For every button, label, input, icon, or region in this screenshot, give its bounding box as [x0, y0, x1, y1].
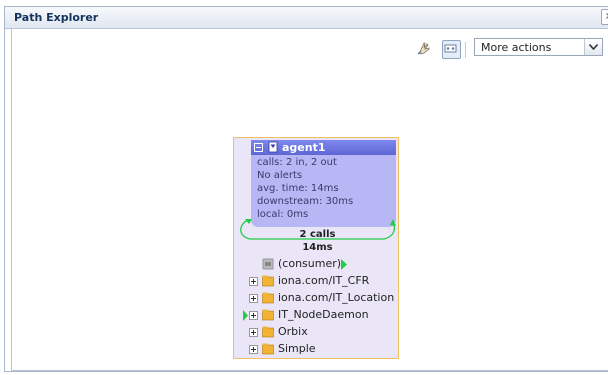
consumer-icon — [262, 258, 274, 270]
more-actions-label: More actions — [481, 41, 552, 54]
agent-alerts: No alerts — [257, 170, 303, 181]
folder-icon — [262, 275, 274, 287]
agent-avg-time: avg. time: 14ms — [257, 183, 339, 194]
tree-item-consumer[interactable]: (consumer) — [260, 257, 390, 272]
expand-icon[interactable] — [249, 277, 258, 286]
expand-icon[interactable] — [249, 311, 258, 320]
tree-item[interactable]: iona.com/IT_Location — [249, 291, 399, 306]
expand-icon[interactable] — [249, 294, 258, 303]
agent-name: agent1 — [282, 141, 326, 154]
more-actions-dropdown[interactable]: More actions — [474, 38, 603, 56]
tree-item-label: Simple — [278, 342, 316, 355]
collapse-icon[interactable] — [254, 143, 263, 152]
tree-item[interactable]: IT_NodeDaemon — [243, 308, 399, 323]
folder-icon — [262, 343, 274, 355]
fit-view-icon[interactable] — [442, 40, 461, 59]
loop-call-time: 14ms — [302, 242, 333, 253]
close-icon[interactable]: × — [601, 9, 608, 25]
tree-item[interactable]: Simple — [249, 342, 399, 357]
tree-item-label: IT_NodeDaemon — [278, 308, 369, 321]
tree-item-label: Orbix — [278, 325, 308, 338]
agent-downstream: downstream: 30ms — [257, 196, 354, 207]
title-bar: Path Explorer × — [5, 7, 608, 29]
tree-item-label: iona.com/IT_CFR — [278, 274, 370, 287]
folder-icon — [262, 309, 274, 321]
tree-item-label: (consumer) — [278, 257, 342, 270]
toolbar-separator — [465, 42, 466, 58]
pan-hand-icon[interactable] — [416, 40, 433, 57]
folder-icon — [262, 292, 274, 304]
chevron-down-icon[interactable] — [584, 39, 602, 55]
expand-icon[interactable] — [249, 328, 258, 337]
agent-filter-icon — [268, 141, 278, 156]
panel-title: Path Explorer — [14, 11, 99, 24]
agent-calls: calls: 2 in, 2 out — [257, 157, 337, 168]
expand-icon[interactable] — [249, 345, 258, 354]
folder-icon — [262, 326, 274, 338]
call-arrow-icon — [243, 310, 248, 321]
agent-header: agent1 — [251, 140, 396, 155]
loop-call-count: 2 calls — [299, 229, 336, 240]
tree-item-label: iona.com/IT_Location — [278, 291, 395, 304]
tree-item[interactable]: Orbix — [249, 325, 399, 340]
tree-item[interactable]: iona.com/IT_CFR — [249, 274, 399, 289]
call-arrow-icon — [341, 259, 347, 270]
